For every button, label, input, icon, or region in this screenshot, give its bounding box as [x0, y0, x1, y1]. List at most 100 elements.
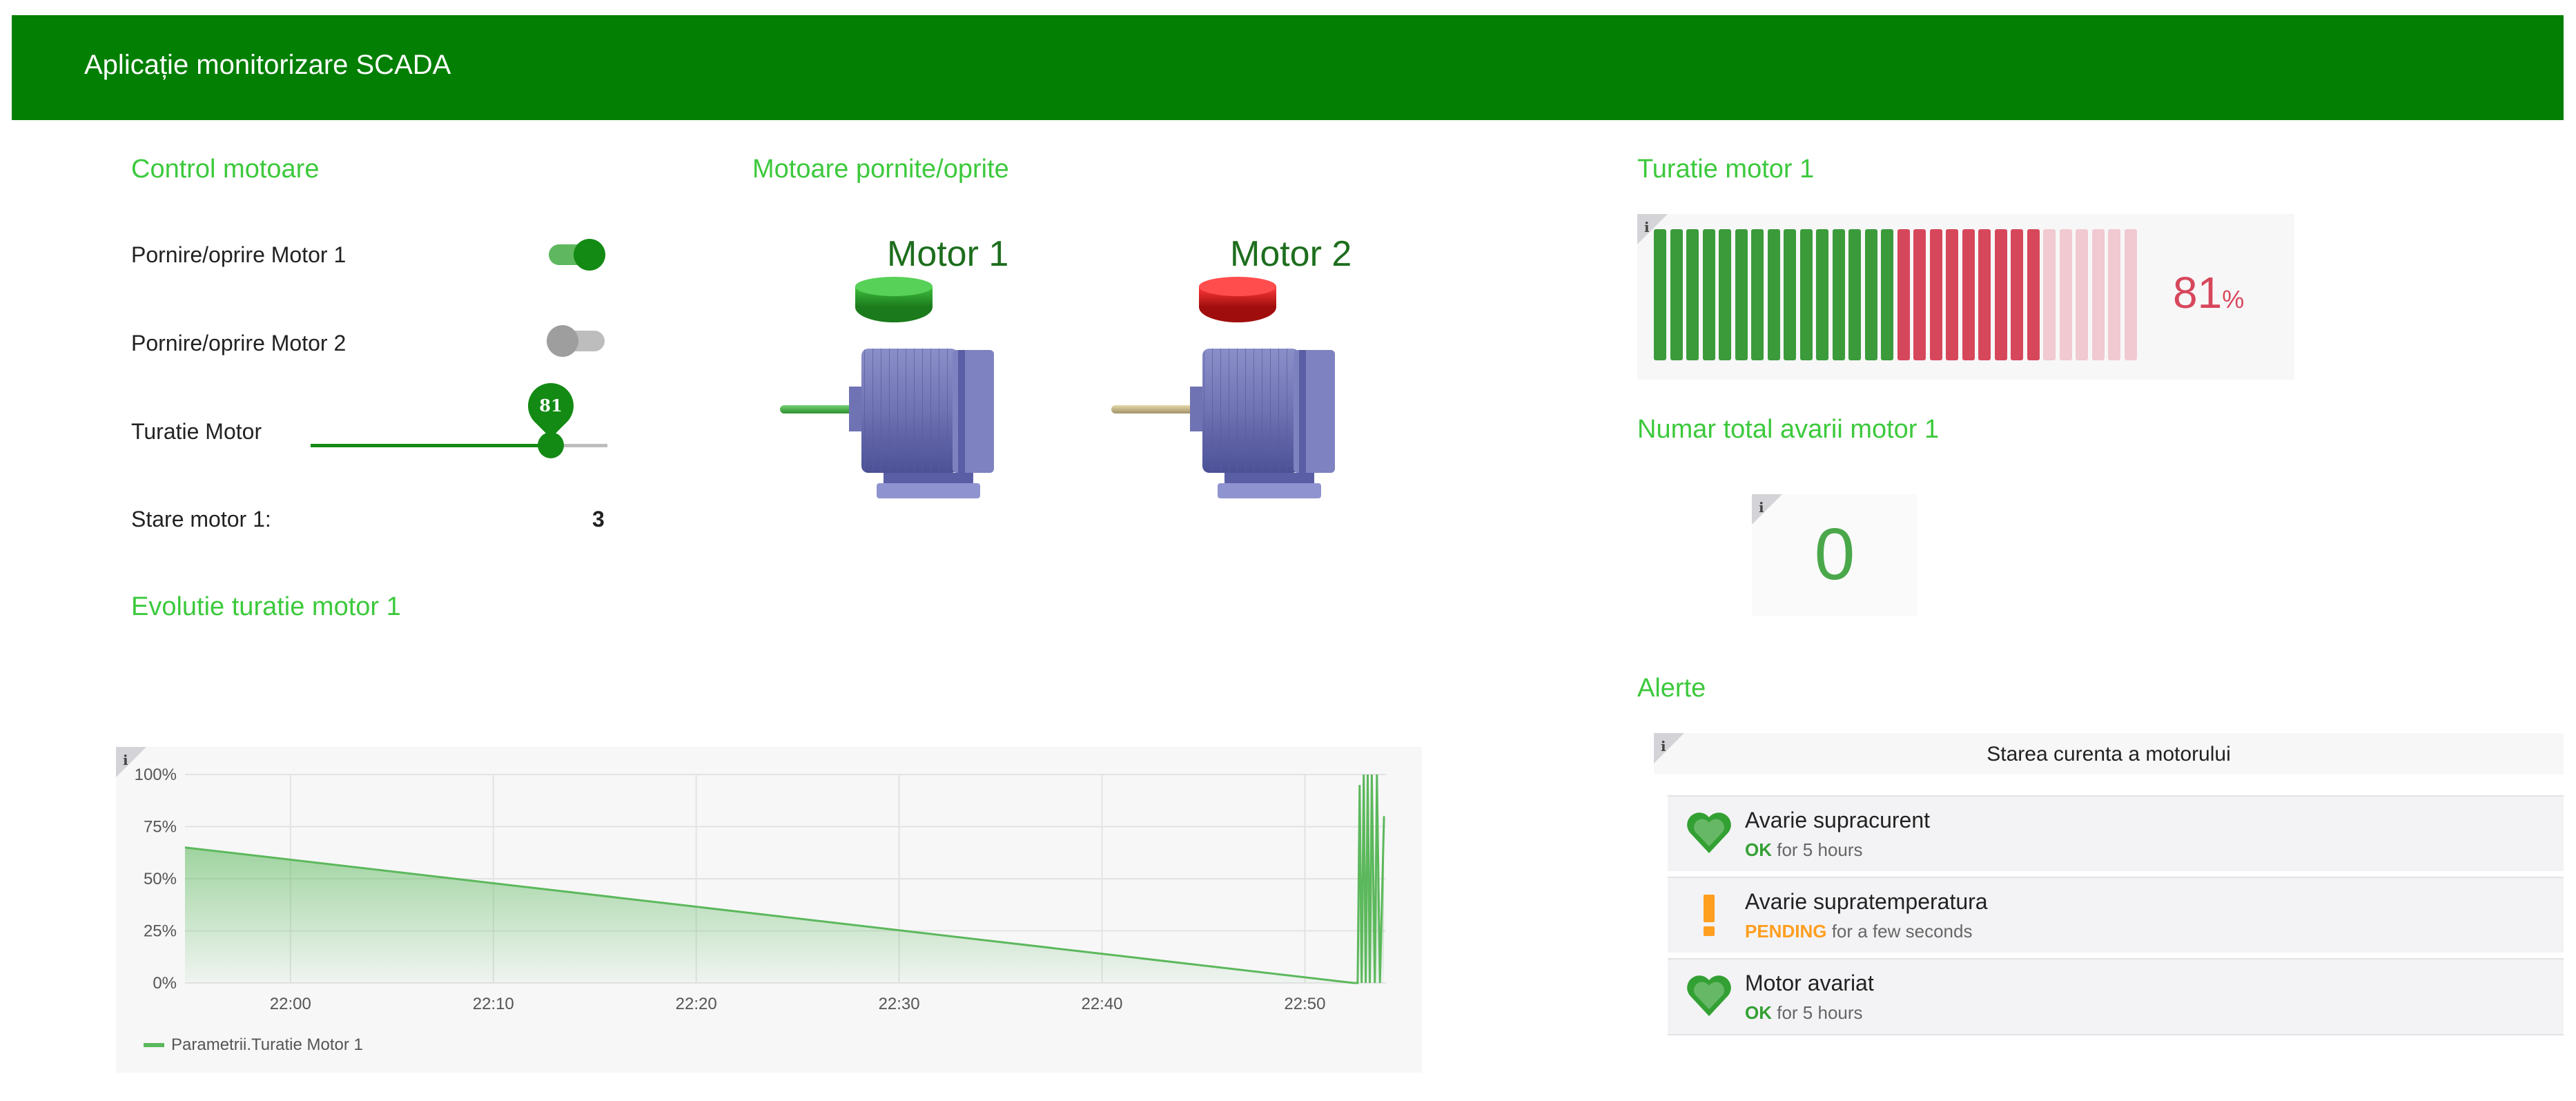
gauge-bar-segment [2108, 229, 2120, 360]
alert-name: Avarie supratemperatura [1745, 889, 1988, 914]
alert-status-line: OK for 5 hours [1745, 841, 1863, 859]
gauge-section-title: Turatie motor 1 [1637, 155, 1815, 184]
alert-row[interactable]: Avarie supratemperatura PENDING for a fe… [1668, 877, 2564, 953]
chart-section-title: Evolutie turatie motor 1 [131, 592, 401, 621]
gauge-bar-segment [1702, 229, 1715, 360]
gauge-bar-segment [1994, 229, 2007, 360]
failures-section-title: Numar total avarii motor 1 [1637, 415, 1940, 444]
motor-state-value: 3 [592, 507, 605, 532]
x-tick-label: 22:20 [676, 995, 717, 1013]
gauge-value: 81 [2173, 268, 2223, 318]
gauge-bar-segment [1670, 229, 1683, 360]
gauge-bar-segment [2059, 229, 2072, 360]
motor1-toggle[interactable] [549, 239, 611, 271]
control-section-title: Control motoare [131, 155, 320, 184]
gauge-bar-segment [2043, 229, 2056, 360]
x-tick-label: 22:50 [1284, 995, 1325, 1013]
gauge-bar-segment [1848, 229, 1861, 360]
motor1-toggle-label: Pornire/oprire Motor 1 [131, 242, 347, 267]
alerts-panel-title: Starea curenta a motorului [1987, 743, 2231, 766]
speed-slider[interactable]: 81 [311, 373, 607, 462]
x-tick-label: 22:30 [879, 995, 920, 1013]
slider-track-filled [311, 444, 551, 447]
alert-duration: for 5 hours [1777, 1002, 1863, 1023]
gauge-bar-segment [2027, 229, 2040, 360]
speed-slider-label: Turatie Motor [131, 419, 262, 444]
gauge-bar-segment [2076, 229, 2088, 360]
gauge-unit: % [2222, 285, 2245, 313]
alert-status: PENDING [1745, 921, 1827, 942]
slider-value-text: 81 [539, 396, 563, 416]
gauge-bar-segment [1719, 229, 1731, 360]
alert-row[interactable]: Motor avariat OK for 5 hours [1668, 958, 2564, 1035]
gauge-bar-segment [2091, 229, 2105, 360]
gauge-bar-segment [1751, 229, 1764, 360]
alerts-section-title: Alerte [1637, 674, 1706, 703]
bar-gauge [1654, 229, 2137, 360]
gauge-bar-segment [1816, 229, 1828, 360]
motor2-status-lamp [1199, 277, 1276, 322]
x-tick-label: 22:00 [270, 995, 311, 1013]
gauge-bar-segment [1735, 229, 1748, 360]
gauge-bar-segment [1962, 229, 1975, 360]
gauge-bar-segment [2011, 229, 2023, 360]
gauge-bar-segment [1864, 229, 1877, 360]
gauge-bar-segment [1767, 229, 1780, 360]
x-tick-label: 22:40 [1081, 995, 1122, 1013]
gauge-bar-segment [1946, 229, 1958, 360]
alert-status-line: OK for 5 hours [1745, 1004, 1863, 1022]
alert-status-line: PENDING for a few seconds [1745, 922, 1972, 940]
gauge-bar-segment [1929, 229, 1942, 360]
gauge-bar-segment [1881, 229, 1893, 360]
motor2-toggle-label: Pornire/oprire Motor 2 [131, 331, 347, 355]
alerts-panel: i Starea curenta a motorului Avarie supr… [1654, 733, 2564, 1075]
gauge-bar-segment [1654, 229, 1666, 360]
legend-label: Parametrii.Turatie Motor 1 [171, 1035, 363, 1054]
heart-icon [1687, 812, 1731, 853]
chart-panel: i 0% 25% 50% 75% 100% 22:00 22:10 22:20 22:30 22:… [116, 747, 1422, 1073]
heart-icon [1687, 975, 1731, 1016]
gauge-panel: i 81% [1637, 214, 2294, 380]
motor2-label: Motor 2 [1230, 234, 1352, 274]
failures-panel: i 0 [1752, 494, 1918, 616]
y-tick-label: 50% [144, 870, 177, 888]
gauge-bar-segment [1799, 229, 1813, 360]
app-title: Aplicație monitorizare SCADA [84, 50, 451, 80]
motor1-label: Motor 1 [887, 234, 1009, 274]
info-icon: i [1644, 219, 1650, 235]
failures-value: 0 [1814, 514, 1855, 595]
gauge-bar-segment [1897, 229, 1910, 360]
motor1-icon [780, 349, 994, 498]
motor2-icon [1111, 349, 1335, 498]
gauge-bar-segment [1978, 229, 1991, 360]
y-tick-label: 25% [144, 922, 177, 941]
y-tick-label: 0% [153, 974, 177, 993]
y-tick-label: 75% [144, 818, 177, 837]
alert-name: Avarie supracurent [1745, 808, 1930, 832]
y-tick-label: 100% [135, 766, 177, 784]
gauge-bar-segment [1832, 229, 1845, 360]
gauge-value-display: 81% [2173, 271, 2244, 315]
motor2-toggle[interactable] [547, 325, 609, 357]
alert-status: OK [1745, 1002, 1772, 1023]
gauge-bar-segment [1686, 229, 1699, 360]
x-tick-label: 22:10 [473, 995, 514, 1013]
motors-section-title: Motoare pornite/oprite [752, 155, 1009, 184]
alert-duration: for 5 hours [1777, 839, 1863, 860]
alert-row[interactable]: Avarie supracurent OK for 5 hours [1668, 795, 2564, 871]
alert-status: OK [1745, 839, 1772, 860]
gauge-bar-segment [2124, 229, 2137, 360]
motor2-toggle-knob [547, 325, 578, 357]
chart-legend[interactable]: Parametrii.Turatie Motor 1 [144, 1037, 363, 1053]
legend-swatch [144, 1043, 164, 1047]
motor-illustrations [780, 277, 1335, 498]
info-icon: i [1759, 499, 1764, 516]
speed-chart: 0% 25% 50% 75% 100% 22:00 22:10 22:20 22:30 22:40… [135, 766, 1386, 1013]
motor1-toggle-knob [574, 239, 605, 271]
motor-state-label: Stare motor 1: [131, 507, 271, 532]
exclamation-icon [1704, 895, 1715, 936]
alert-name: Motor avariat [1745, 971, 1874, 995]
gauge-bar-segment [1913, 229, 1926, 360]
alert-duration: for a few seconds [1831, 921, 1973, 942]
motor1-status-lamp [855, 277, 933, 322]
